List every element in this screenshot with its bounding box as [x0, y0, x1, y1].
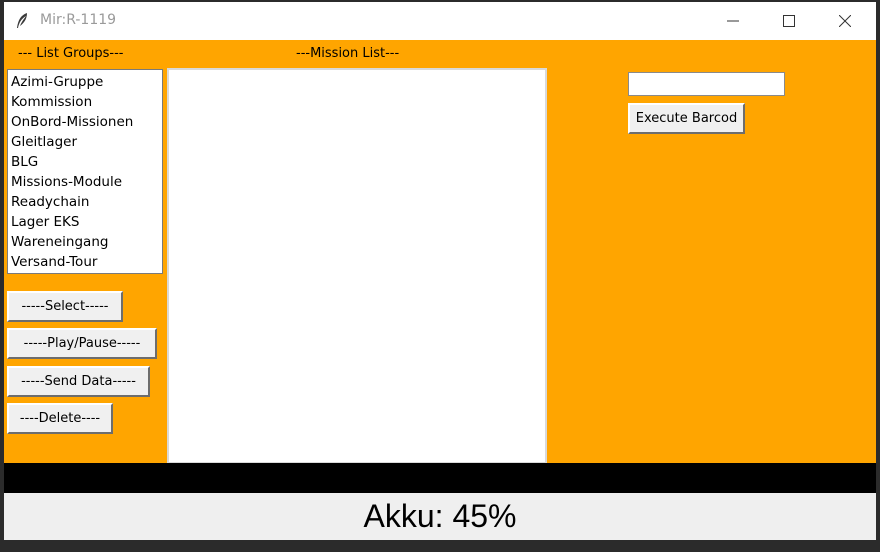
list-item[interactable]: Azimi-Gruppe [11, 72, 162, 92]
title-bar: Mir:R-1119 [4, 2, 876, 40]
execute-barcode-button[interactable]: Execute Barcod [628, 103, 745, 134]
desktop-background [4, 540, 876, 552]
close-icon [839, 15, 851, 27]
groups-listbox[interactable]: Azimi-Gruppe Kommission OnBord-Missionen… [7, 69, 163, 274]
close-button[interactable] [822, 2, 868, 40]
send-data-button[interactable]: -----Send Data----- [7, 366, 150, 397]
mission-listbox[interactable] [167, 68, 547, 464]
list-item[interactable]: OnBord-Missionen [11, 112, 162, 132]
list-item[interactable]: Lager EKS [11, 212, 162, 232]
app-window: Mir:R-1119 --- List Groups--- ---Mission… [4, 2, 876, 540]
separator-band [4, 463, 876, 493]
list-item[interactable]: BLG [11, 152, 162, 172]
minimize-button[interactable] [710, 2, 756, 40]
list-item[interactable]: Readychain [11, 192, 162, 212]
list-item[interactable]: Versand-Tour [11, 252, 162, 272]
list-item[interactable]: Kommission [11, 92, 162, 112]
list-groups-label: --- List Groups--- [18, 46, 124, 61]
list-item[interactable]: Wareneingang [11, 232, 162, 252]
list-item[interactable]: Missions-Module [11, 172, 162, 192]
minimize-icon [727, 20, 739, 22]
select-button[interactable]: -----Select----- [7, 291, 123, 322]
battery-status: Akku: 45% [363, 498, 517, 534]
feather-icon [14, 12, 30, 30]
play-pause-button[interactable]: -----Play/Pause----- [7, 328, 157, 359]
mission-list-label: ---Mission List--- [296, 46, 400, 61]
delete-button[interactable]: ----Delete---- [7, 403, 113, 434]
status-bar: Akku: 45% [4, 493, 876, 540]
maximize-button[interactable] [766, 2, 812, 40]
maximize-icon [783, 15, 795, 27]
barcode-input[interactable] [628, 72, 785, 96]
window-title: Mir:R-1119 [40, 12, 117, 28]
list-item[interactable]: Gleitlager [11, 132, 162, 152]
